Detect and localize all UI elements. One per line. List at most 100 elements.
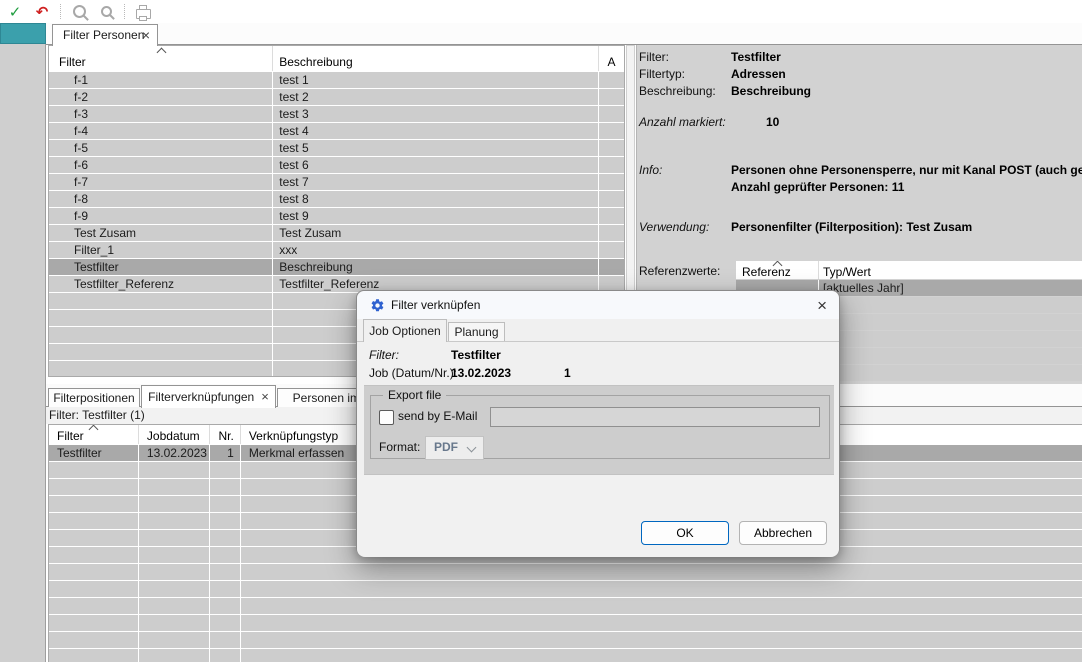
- referenzwerte-label: Referenzwerte:: [639, 264, 720, 278]
- table-row[interactable]: f-2test 2: [49, 89, 624, 105]
- dialog-tab-job-optionen[interactable]: Job Optionen: [363, 319, 447, 342]
- undo-icon: ↶: [36, 3, 49, 21]
- table-cell: [aktuelles Jahr]: [819, 280, 1082, 296]
- table-cell: [210, 496, 241, 512]
- table-cell: [819, 314, 1082, 330]
- table-cell: Beschreibung: [273, 259, 599, 275]
- format-select[interactable]: PDF: [425, 436, 484, 460]
- ref-table-header: Referenz Typ/Wert: [736, 261, 1082, 279]
- table-cell: test 3: [273, 106, 599, 122]
- table-cell: [210, 530, 241, 546]
- table-row[interactable]: f-5test 5: [49, 140, 624, 156]
- table-cell: f-1: [49, 72, 273, 88]
- tab-label: Filterpositionen: [53, 391, 134, 405]
- table-cell: [49, 530, 139, 546]
- table-cell: test 5: [273, 140, 599, 156]
- email-address-input[interactable]: [490, 407, 820, 427]
- table-cell: [241, 581, 1082, 597]
- zoom-out-button[interactable]: [97, 3, 115, 21]
- table-cell: [49, 564, 139, 580]
- zoom-in-button[interactable]: [70, 3, 88, 21]
- table-cell: [599, 259, 624, 275]
- table-cell: f-8: [49, 191, 273, 207]
- table-row[interactable]: Test ZusamTest Zusam: [49, 225, 624, 241]
- confirm-icon: ✓: [9, 3, 22, 21]
- table-cell: [139, 496, 210, 512]
- table-cell: f-9: [49, 208, 273, 224]
- zoom-out-icon: [101, 6, 112, 17]
- column-header-typ-wert[interactable]: Typ/Wert: [819, 261, 1082, 279]
- top-tab-strip: [46, 23, 1082, 45]
- detail-label: Filter:: [639, 50, 669, 64]
- table-row[interactable]: f-3test 3: [49, 106, 624, 122]
- tab-filter-personen[interactable]: Filter Personen ×: [52, 24, 158, 46]
- cancel-button[interactable]: Abbrechen: [739, 521, 827, 545]
- table-cell: f-5: [49, 140, 273, 156]
- table-cell: [241, 649, 1082, 662]
- column-header-beschreibung[interactable]: Beschreibung: [273, 46, 599, 71]
- print-button[interactable]: [134, 3, 152, 21]
- dialog-export-panel: Export file send by E-Mail Format: PDF: [364, 385, 834, 475]
- empty-row: [49, 564, 1082, 580]
- tab-filterverknuepfungen[interactable]: Filterverknüpfungen ×: [141, 385, 276, 408]
- table-cell: [599, 208, 624, 224]
- table-row[interactable]: f-8test 8: [49, 191, 624, 207]
- dialog-title: Filter verknüpfen: [391, 291, 480, 319]
- send-by-email-checkbox[interactable]: [379, 410, 394, 425]
- groupbox-title: Export file: [383, 388, 446, 402]
- table-row[interactable]: TestfilterBeschreibung: [49, 259, 624, 275]
- undo-button[interactable]: ↶: [33, 3, 51, 21]
- table-cell: [241, 632, 1082, 648]
- gear-icon: [370, 298, 385, 313]
- table-cell: [49, 479, 139, 495]
- tab-label: Filterverknüpfungen: [148, 390, 254, 404]
- table-cell: [49, 344, 273, 360]
- column-header-nr[interactable]: Nr.: [210, 425, 241, 444]
- table-cell: [210, 649, 241, 662]
- dialog-job-date: 13.02.2023: [451, 366, 511, 380]
- table-cell: f-2: [49, 89, 273, 105]
- filter-verknuepfen-dialog: Filter verknüpfen × Job Optionen Planung…: [356, 290, 840, 556]
- detail-label: Verwendung:: [639, 220, 709, 234]
- export-file-groupbox: Export file send by E-Mail Format: PDF: [370, 395, 830, 459]
- table-cell: Testfilter: [49, 259, 273, 275]
- detail-value: Personen ohne Personensperre, nur mit Ka…: [731, 163, 1082, 177]
- table-cell: f-7: [49, 174, 273, 190]
- table-cell: [49, 547, 139, 563]
- table-cell: [210, 564, 241, 580]
- table-cell: [599, 89, 624, 105]
- empty-row: [49, 615, 1082, 631]
- close-icon[interactable]: ×: [817, 293, 827, 319]
- table-row[interactable]: f-1test 1: [49, 72, 624, 88]
- table-cell: [139, 547, 210, 563]
- close-icon[interactable]: ×: [142, 25, 150, 46]
- detail-label: Info:: [639, 163, 662, 177]
- table-cell: [599, 123, 624, 139]
- empty-row: [49, 649, 1082, 662]
- table-cell: [139, 581, 210, 597]
- table-row[interactable]: f-4test 4: [49, 123, 624, 139]
- ok-button[interactable]: OK: [641, 521, 729, 545]
- tab-label: Job Optionen: [369, 324, 440, 338]
- tab-filterpositionen[interactable]: Filterpositionen: [48, 388, 140, 407]
- table-row[interactable]: f-9test 9: [49, 208, 624, 224]
- table-row[interactable]: f-6test 6: [49, 157, 624, 173]
- table-cell: [599, 140, 624, 156]
- table-cell: [210, 598, 241, 614]
- chevron-down-icon: [467, 443, 477, 453]
- column-header-jobdatum[interactable]: Jobdatum: [139, 425, 210, 444]
- table-cell: [599, 225, 624, 241]
- table-cell: [49, 327, 273, 343]
- table-cell: [49, 462, 139, 478]
- table-row[interactable]: f-7test 7: [49, 174, 624, 190]
- confirm-button[interactable]: ✓: [6, 3, 24, 21]
- close-icon[interactable]: ×: [261, 389, 269, 404]
- dialog-tab-planung[interactable]: Planung: [448, 322, 505, 342]
- detail-value: Anzahl geprüfter Personen: 11: [731, 180, 904, 194]
- table-cell: [49, 361, 273, 377]
- teal-accent-block[interactable]: [0, 23, 46, 44]
- column-header-a[interactable]: A: [599, 46, 624, 71]
- table-row[interactable]: Filter_1xxx: [49, 242, 624, 258]
- dialog-filter-value: Testfilter: [451, 348, 501, 362]
- dialog-titlebar[interactable]: Filter verknüpfen ×: [357, 291, 839, 319]
